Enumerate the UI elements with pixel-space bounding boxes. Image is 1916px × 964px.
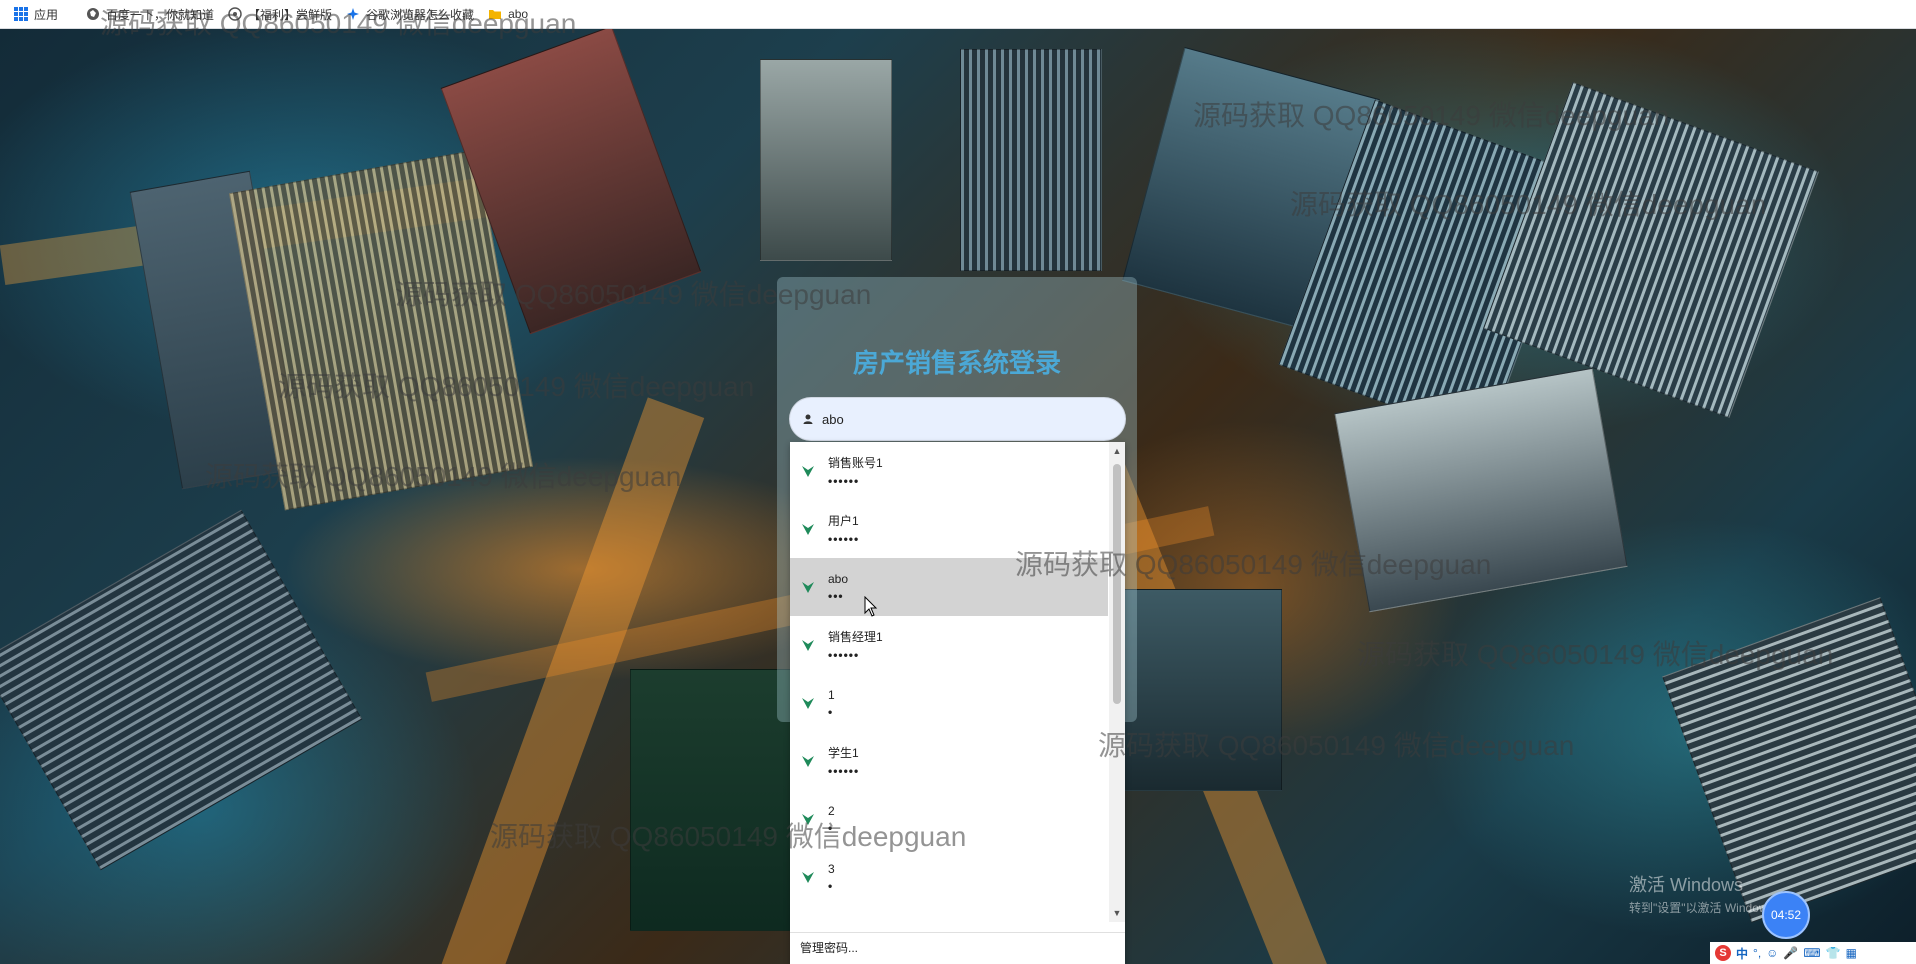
autofill-password-mask: • xyxy=(828,704,834,719)
scroll-up-arrow-icon[interactable]: ▲ xyxy=(1109,444,1125,458)
system-tray: S 中 °, ☺ 🎤 ⌨ 👕 ▦ xyxy=(1710,942,1916,964)
ime-mode-indicator[interactable]: 中 xyxy=(1736,945,1748,962)
autofill-item[interactable]: 2 • xyxy=(790,790,1108,848)
bookmark-abo[interactable]: abo xyxy=(488,7,528,21)
key-icon xyxy=(802,698,814,709)
emoji-icon[interactable]: ☺ xyxy=(1766,946,1778,960)
key-icon xyxy=(802,582,814,593)
autofill-item[interactable]: 销售经理1 •••••• xyxy=(790,616,1108,674)
autofill-dropdown: 销售账号1 •••••• 用户1 •••••• abo ••• 销售经理1 ••••••… xyxy=(790,442,1125,964)
autofill-password-mask: •••••• xyxy=(828,764,860,778)
autofill-item[interactable]: 3 • xyxy=(790,848,1108,906)
bookmark-fuli[interactable]: 【福利】尝鲜版 xyxy=(228,6,332,23)
autofill-scrollbar[interactable]: ▲ ▼ xyxy=(1109,442,1125,922)
bookmark-apps[interactable]: 应用 xyxy=(14,6,58,23)
skin-icon[interactable]: 👕 xyxy=(1826,946,1841,960)
key-icon xyxy=(802,640,814,651)
username-field[interactable] xyxy=(790,398,1125,440)
sparkle-icon xyxy=(347,8,360,20)
autofill-username: 销售账号1 xyxy=(828,456,883,470)
toolbox-icon[interactable]: ▦ xyxy=(1846,946,1857,960)
bookmark-label: 应用 xyxy=(34,7,59,22)
globe-icon xyxy=(87,8,100,20)
autofill-password-mask: •••••• xyxy=(828,648,860,662)
key-icon xyxy=(802,814,814,825)
microphone-icon[interactable]: 🎤 xyxy=(1783,946,1798,960)
key-icon xyxy=(802,466,814,477)
bookmark-baidu[interactable]: 百度一下，你就知道 xyxy=(86,6,214,23)
autofill-username: 销售经理1 xyxy=(828,630,883,644)
autofill-password-mask: •••••• xyxy=(828,532,860,546)
autofill-list: 销售账号1 •••••• 用户1 •••••• abo ••• 销售经理1 ••••••… xyxy=(790,442,1108,922)
bookmark-label: 【福利】尝鲜版 xyxy=(248,7,333,22)
scroll-thumb[interactable] xyxy=(1113,464,1121,704)
keyboard-icon[interactable]: ⌨ xyxy=(1803,946,1820,960)
scroll-down-arrow-icon[interactable]: ▼ xyxy=(1109,906,1125,920)
autofill-password-mask: • xyxy=(828,820,834,835)
autofill-password-mask: ••• xyxy=(828,588,844,603)
login-title: 房产销售系统登录 xyxy=(852,348,1061,378)
autofill-username: 2 xyxy=(828,803,835,818)
user-icon xyxy=(803,414,813,424)
autofill-username: 学生1 xyxy=(828,746,859,760)
key-icon xyxy=(802,872,814,883)
mouse-cursor-icon xyxy=(864,596,878,617)
autofill-item[interactable]: 用户1 •••••• xyxy=(790,500,1108,558)
autofill-password-mask: •••••• xyxy=(828,474,860,488)
manage-passwords-link[interactable]: 管理密码... xyxy=(790,932,1125,962)
autofill-username: 1 xyxy=(828,687,835,702)
autofill-item-highlighted[interactable]: abo ••• xyxy=(790,558,1108,616)
activation-title: 激活 Windows xyxy=(1629,875,1744,895)
folder-icon xyxy=(489,10,502,19)
bookmark-label: abo xyxy=(508,7,529,21)
key-icon xyxy=(802,524,814,535)
bookmark-label: 谷歌浏览器怎么收藏 xyxy=(366,7,475,22)
bookmark-chrome[interactable]: 谷歌浏览器怎么收藏 xyxy=(346,6,474,23)
punctuation-icon[interactable]: °, xyxy=(1753,946,1761,960)
key-icon xyxy=(802,756,814,767)
globe-icon xyxy=(228,7,242,21)
autofill-username: 3 xyxy=(828,861,835,876)
autofill-item[interactable]: 学生1 •••••• xyxy=(790,732,1108,790)
username-input[interactable] xyxy=(820,410,1104,428)
sogou-ime-icon[interactable]: S xyxy=(1715,945,1731,961)
autofill-item[interactable]: 1 • xyxy=(790,674,1108,732)
autofill-item[interactable]: 销售账号1 •••••• xyxy=(790,442,1108,500)
bookmark-label: 百度一下，你就知道 xyxy=(106,7,215,22)
autofill-username: 用户1 xyxy=(828,514,859,528)
apps-grid-icon xyxy=(14,7,28,21)
clock-widget[interactable]: 04:52 xyxy=(1762,891,1810,939)
autofill-username: abo xyxy=(828,571,849,586)
bookmarks-bar: 应用 百度一下，你就知道 【福利】尝鲜版 谷歌浏览器怎么收藏 abo xyxy=(0,0,1916,29)
autofill-password-mask: • xyxy=(828,878,834,893)
